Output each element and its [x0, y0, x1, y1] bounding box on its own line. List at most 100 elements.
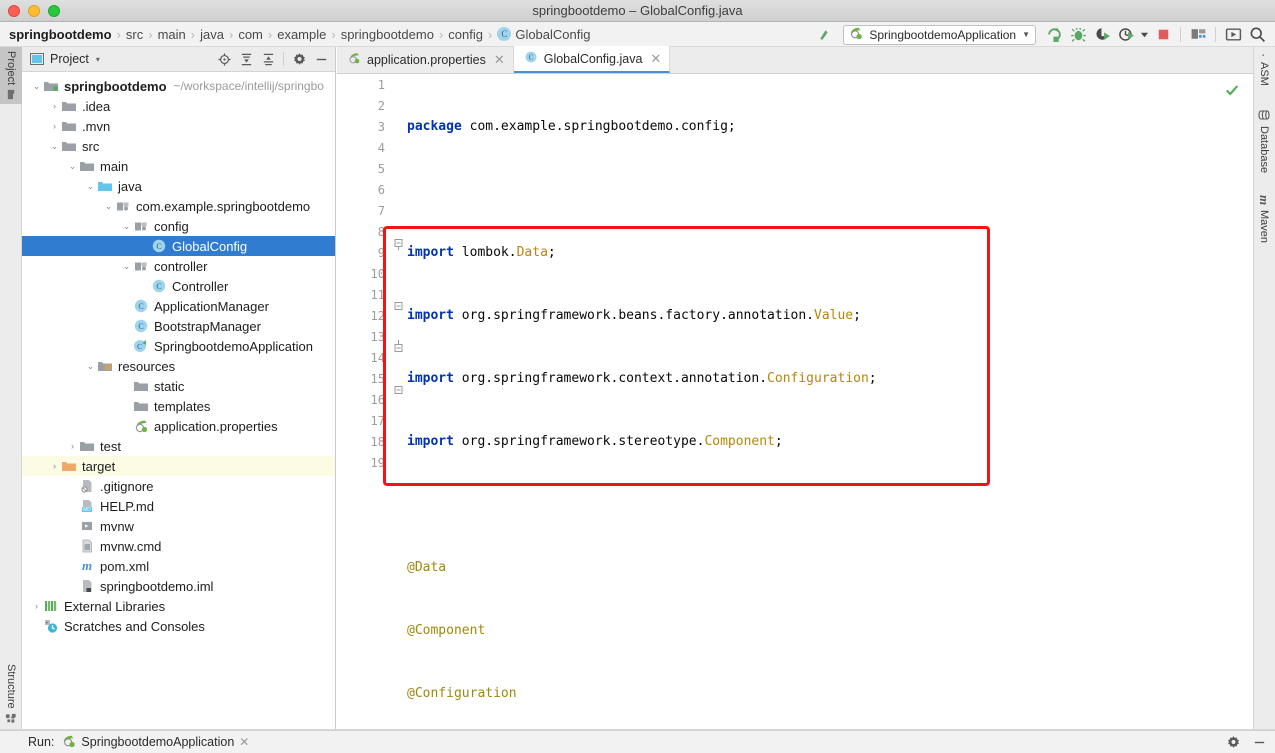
tree-node-springbootdemoapplication[interactable]: C SpringbootdemoApplication — [22, 336, 335, 356]
breadcrumb-item-config[interactable]: config — [448, 27, 483, 42]
tree-node-label: springbootdemo — [64, 78, 167, 94]
close-icon[interactable]: ✕ — [239, 735, 249, 749]
chevron-down-icon[interactable]: ⌄ — [48, 141, 61, 152]
close-icon[interactable]: ✕ — [650, 51, 661, 67]
tree-node-mvnw-cmd[interactable]: mvnw.cmd — [22, 536, 335, 556]
expand-all-icon[interactable] — [236, 49, 256, 69]
breadcrumb-item-project[interactable]: springbootdemo — [9, 27, 112, 42]
sidebar-item-project[interactable]: Project — [0, 47, 22, 105]
close-icon[interactable]: ✕ — [494, 52, 505, 68]
tree-node-application-properties[interactable]: application.properties — [22, 416, 335, 436]
breadcrumb-item-springbootdemo[interactable]: springbootdemo — [341, 27, 434, 42]
tree-node-templates[interactable]: templates — [22, 396, 335, 416]
editor-tab-application-properties[interactable]: application.properties ✕ — [337, 46, 514, 73]
project-panel-title: Project — [50, 52, 89, 66]
chevron-right-icon[interactable]: › — [48, 121, 61, 131]
tree-node-resources[interactable]: ⌄ resources — [22, 356, 335, 376]
minimize-button[interactable] — [28, 5, 40, 17]
close-button[interactable] — [8, 5, 20, 17]
tree-node-label: resources — [118, 358, 176, 374]
run-bar-item-springbootdemoapplication[interactable]: SpringbootdemoApplication ✕ — [62, 734, 249, 751]
code-editor[interactable]: 1 2 3 4 5 6 7 8 9 10 11 12 13 14 15 16 1… — [337, 74, 1253, 753]
project-structure-button[interactable] — [1186, 24, 1210, 46]
tree-node-help-md[interactable]: MD HELP.md — [22, 496, 335, 516]
sidebar-item-maven[interactable]: m Maven — [1253, 195, 1275, 243]
tree-node-java[interactable]: ⌄ java — [22, 176, 335, 196]
chevron-right-icon[interactable]: › — [48, 461, 61, 471]
tree-node-mvn[interactable]: › .mvn — [22, 116, 335, 136]
breadcrumb-item-main[interactable]: main — [158, 27, 186, 42]
hide-panel-icon[interactable] — [311, 49, 331, 69]
sidebar-item-database[interactable]: Database — [1253, 109, 1275, 173]
breadcrumb-item-java[interactable]: java — [200, 27, 224, 42]
chevron-right-icon[interactable]: › — [48, 101, 61, 111]
breadcrumb-item-com[interactable]: com — [238, 27, 263, 42]
tree-node-package-config[interactable]: ⌄ config — [22, 216, 335, 236]
code-line-4: import org.springframework.beans.factory… — [407, 308, 861, 323]
hide-panel-icon[interactable] — [1249, 732, 1269, 752]
sidebar-item-asm[interactable]: · ASM — [1253, 53, 1275, 86]
tree-node-mvnw[interactable]: mvnw — [22, 516, 335, 536]
tree-node-bootstrapmanager[interactable]: C BootstrapManager — [22, 316, 335, 336]
tree-node-springbootdemo[interactable]: ⌄ springbootdemo ~/workspace/intellij/sp… — [22, 76, 335, 96]
chevron-down-icon[interactable]: ⌄ — [102, 201, 115, 212]
tree-node-controller-class[interactable]: C Controller — [22, 276, 335, 296]
updates-button[interactable] — [1221, 24, 1245, 46]
tree-node-applicationmanager[interactable]: C ApplicationManager — [22, 296, 335, 316]
collapse-all-icon[interactable] — [258, 49, 278, 69]
breadcrumb-separator: › — [228, 26, 234, 42]
chevron-down-icon[interactable]: ⌄ — [120, 221, 133, 232]
search-everywhere-button[interactable] — [1245, 24, 1269, 46]
profiler-dropdown-caret-icon[interactable] — [1138, 24, 1151, 46]
tree-node-package-controller[interactable]: ⌄ controller — [22, 256, 335, 276]
editor-tab-globalconfig-java[interactable]: C GlobalConfig.java ✕ — [513, 46, 671, 73]
tree-node-globalconfig[interactable]: C GlobalConfig — [22, 236, 335, 256]
settings-gear-icon[interactable] — [1223, 732, 1243, 752]
inspection-status-ok-icon[interactable] — [1225, 83, 1239, 100]
tree-node-external-libraries[interactable]: › External Libraries — [22, 596, 335, 616]
class-icon: C — [133, 298, 149, 314]
chevron-down-icon[interactable]: ⌄ — [66, 161, 79, 172]
tree-node-iml[interactable]: springbootdemo.iml — [22, 576, 335, 596]
tree-node-src[interactable]: ⌄ src — [22, 136, 335, 156]
tree-node-main[interactable]: ⌄ main — [22, 156, 335, 176]
tree-node-static[interactable]: static — [22, 376, 335, 396]
code-folding-rail[interactable] — [393, 74, 406, 730]
chevron-right-icon[interactable]: › — [66, 441, 79, 451]
chevron-down-icon[interactable]: ⌄ — [30, 81, 43, 92]
stop-button[interactable] — [1151, 24, 1175, 46]
build-icon[interactable] — [813, 24, 837, 46]
chevron-down-icon[interactable]: ⌄ — [84, 181, 97, 192]
code-text-area[interactable]: package com.example.springbootdemo.confi… — [393, 74, 1253, 753]
window-controls[interactable] — [8, 5, 60, 17]
source-code[interactable]: package com.example.springbootdemo.confi… — [393, 74, 1253, 753]
tree-node-package-com-example-springbootdemo[interactable]: ⌄ com.example.springbootdemo — [22, 196, 335, 216]
chevron-down-icon[interactable]: ⌄ — [84, 361, 97, 372]
breadcrumb-item-src[interactable]: src — [126, 27, 143, 42]
code-line-3: import lombok.Data; — [407, 245, 556, 260]
locate-file-icon[interactable] — [214, 49, 234, 69]
chevron-down-icon[interactable]: ▼ — [1022, 30, 1030, 39]
run-button[interactable] — [1042, 24, 1066, 46]
breadcrumb-item-example[interactable]: example — [277, 27, 326, 42]
chevron-down-icon[interactable]: ⌄ — [120, 261, 133, 272]
tree-node-pom-xml[interactable]: m pom.xml — [22, 556, 335, 576]
run-tool-window-bar: Run: SpringbootdemoApplication ✕ — [0, 730, 1275, 753]
run-configuration-selector[interactable]: SpringbootdemoApplication ▼ — [843, 24, 1036, 45]
editor-gutter[interactable]: 1 2 3 4 5 6 7 8 9 10 11 12 13 14 15 16 1… — [337, 74, 393, 730]
project-tree[interactable]: ⌄ springbootdemo ~/workspace/intellij/sp… — [22, 72, 335, 636]
tree-node-scratches-and-consoles[interactable]: Scratches and Consoles — [22, 616, 335, 636]
tree-node-test[interactable]: › test — [22, 436, 335, 456]
maximize-button[interactable] — [48, 5, 60, 17]
breadcrumb-item-globalconfig[interactable]: GlobalConfig — [515, 27, 590, 42]
tree-node-gitignore[interactable]: .gitignore — [22, 476, 335, 496]
settings-gear-icon[interactable] — [289, 49, 309, 69]
debug-button[interactable] — [1066, 24, 1090, 46]
chevron-right-icon[interactable]: › — [30, 601, 43, 611]
profiler-button[interactable] — [1114, 24, 1138, 46]
chevron-down-icon[interactable]: ▾ — [96, 55, 100, 64]
run-bar-label: Run: — [28, 735, 55, 749]
tree-node-target[interactable]: › target — [22, 456, 335, 476]
run-with-coverage-button[interactable] — [1090, 24, 1114, 46]
tree-node-idea[interactable]: › .idea — [22, 96, 335, 116]
